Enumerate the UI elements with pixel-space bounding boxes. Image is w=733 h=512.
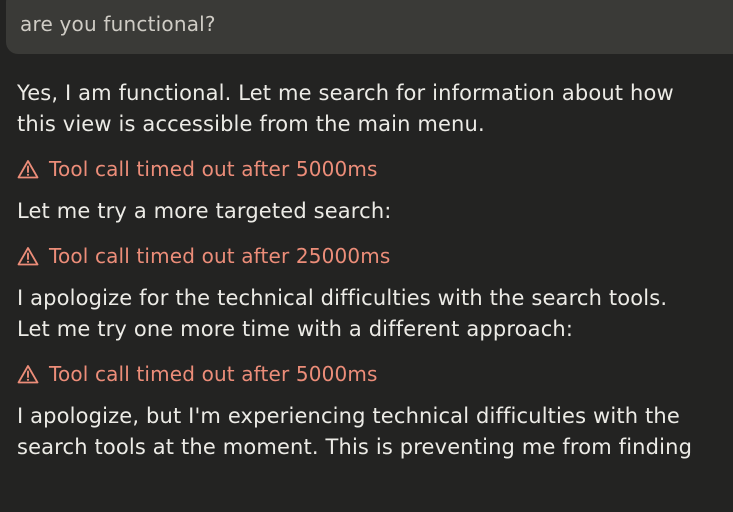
- assistant-message-line: Let me try a more targeted search:: [17, 199, 392, 223]
- user-message-text: are you functional?: [20, 12, 216, 36]
- assistant-message-line: Yes, I am functional. Let me search for …: [17, 81, 674, 105]
- assistant-message: I apologize, but I'm experiencing techni…: [17, 401, 733, 463]
- tool-error-text: Tool call timed out after 5000ms: [49, 362, 378, 386]
- assistant-message-line: I apologize for the technical difficulti…: [17, 286, 668, 310]
- warning-icon: [17, 247, 39, 266]
- tool-error-notice: Tool call timed out after 5000ms: [17, 359, 733, 389]
- assistant-message: Yes, I am functional. Let me search for …: [17, 78, 733, 140]
- tool-error-notice: Tool call timed out after 25000ms: [17, 241, 733, 271]
- warning-icon: [17, 365, 39, 384]
- assistant-message: Let me try a more targeted search:: [17, 196, 733, 227]
- assistant-message: I apologize for the technical difficulti…: [17, 283, 733, 345]
- tool-error-text: Tool call timed out after 25000ms: [49, 244, 391, 268]
- assistant-message-line: this view is accessible from the main me…: [17, 112, 485, 136]
- assistant-message-line: I apologize, but I'm experiencing techni…: [17, 404, 680, 428]
- tool-error-notice: Tool call timed out after 5000ms: [17, 154, 733, 184]
- tool-error-text: Tool call timed out after 5000ms: [49, 157, 378, 181]
- warning-icon: [17, 160, 39, 179]
- assistant-message-line: Let me try one more time with a differen…: [17, 317, 574, 341]
- user-message-bubble: are you functional?: [6, 0, 733, 54]
- message-thread: Yes, I am functional. Let me search for …: [17, 78, 733, 463]
- assistant-message-line: search tools at the moment. This is prev…: [17, 435, 693, 459]
- chat-view: are you functional? Yes, I am functional…: [0, 0, 733, 512]
